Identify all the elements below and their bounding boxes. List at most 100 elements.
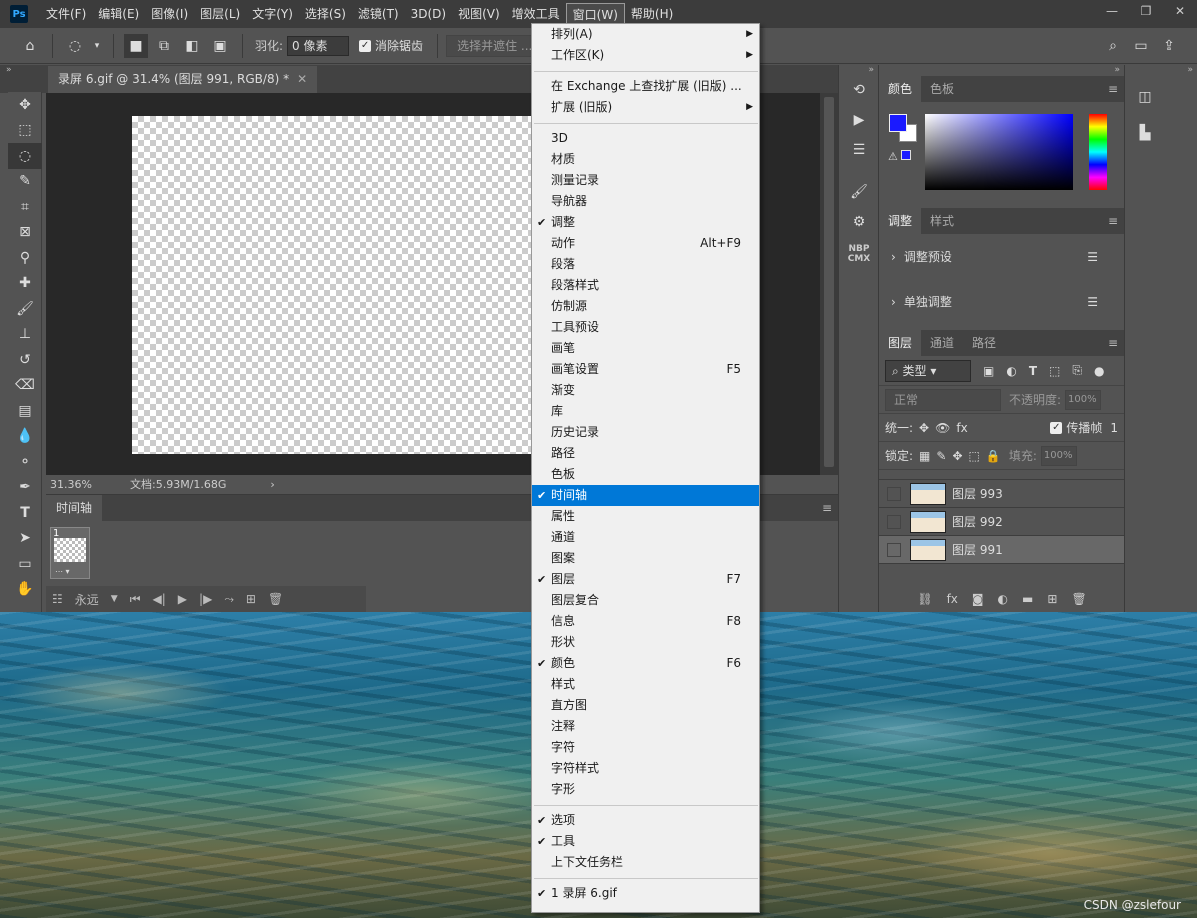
feather-input[interactable]: 0 像素 xyxy=(287,35,350,56)
window-menu-item[interactable]: 仿制源 xyxy=(532,296,759,317)
menu-7[interactable]: 3D(D) xyxy=(405,3,452,25)
rectangle-tool-icon[interactable]: ▭ xyxy=(8,551,42,577)
window-menu-item[interactable]: 直方图 xyxy=(532,695,759,716)
lock-all-icon[interactable]: 🔒 xyxy=(986,449,1001,463)
collapse-icon[interactable]: » xyxy=(1125,65,1197,75)
shape-filter-icon[interactable]: ⬚ xyxy=(1049,364,1060,378)
window-menu-item[interactable]: ✔ 选项 xyxy=(532,810,759,831)
window-menu-item[interactable]: 排列(A) ▶ xyxy=(532,24,759,45)
home-icon[interactable]: ⌂ xyxy=(18,34,42,58)
adjustment-filter-icon[interactable]: ◐ xyxy=(1006,364,1016,378)
gradient-tool-icon[interactable]: ▤ xyxy=(8,398,42,424)
crop-tool-icon[interactable]: ⌗ xyxy=(8,194,42,220)
delete-frame-icon[interactable]: 🗑 xyxy=(268,592,283,606)
zoom-level[interactable]: 31.36% xyxy=(46,478,106,491)
window-menu-item[interactable]: 渐变 xyxy=(532,380,759,401)
workspace-icon[interactable]: ▭ xyxy=(1129,34,1153,58)
vertical-scrollbar[interactable] xyxy=(820,93,838,475)
opacity-input[interactable]: 100% xyxy=(1065,389,1102,410)
panel-menu-icon[interactable]: ≡ xyxy=(1108,82,1118,96)
single-adjustments-row[interactable]: › 单独调整 ☰ xyxy=(879,279,1124,324)
propagate-checkbox[interactable]: ✓ 传播帧 1 xyxy=(1050,419,1118,436)
color-field[interactable] xyxy=(925,114,1073,190)
tab-adjustments[interactable]: 调整 xyxy=(879,208,922,234)
window-menu-item[interactable]: 扩展 (旧版) ▶ xyxy=(532,97,759,118)
prev-frame-icon[interactable]: ◀| xyxy=(153,592,166,606)
nbp-plugin-icon[interactable]: NBP CMX xyxy=(839,237,879,271)
search-icon[interactable]: ⌕ xyxy=(1101,34,1125,58)
visibility-toggle[interactable] xyxy=(887,542,901,557)
window-menu-item[interactable]: 工作区(K) ▶ xyxy=(532,45,759,66)
healing-brush-icon[interactable]: ✚ xyxy=(8,271,42,297)
history-brush-icon[interactable]: ↺ xyxy=(8,347,42,373)
window-menu-item[interactable]: 图案 xyxy=(532,548,759,569)
window-menu-item[interactable]: 注释 xyxy=(532,716,759,737)
smart-object-filter-icon[interactable]: ⎘ xyxy=(1072,363,1082,378)
window-menu-item[interactable]: ✔ 图层 F7 xyxy=(532,569,759,590)
transparent-canvas[interactable] xyxy=(132,116,532,454)
image-filter-icon[interactable]: ▣ xyxy=(983,364,994,378)
window-menu-item[interactable]: 样式 xyxy=(532,674,759,695)
window-menu-item[interactable]: 字符样式 xyxy=(532,758,759,779)
lock-artboard-icon[interactable]: ⬚ xyxy=(969,449,980,463)
window-menu-item[interactable]: 段落样式 xyxy=(532,275,759,296)
window-menu-item[interactable]: 字符 xyxy=(532,737,759,758)
menu-4[interactable]: 文字(Y) xyxy=(246,3,299,25)
lock-position-icon[interactable]: ✥ xyxy=(952,449,962,463)
window-menu-item[interactable]: 字形 xyxy=(532,779,759,800)
window-menu-item[interactable]: 材质 xyxy=(532,149,759,170)
add-selection-icon[interactable]: ⧉ xyxy=(152,34,176,58)
gamut-warning-icon[interactable]: ⚠ xyxy=(888,150,912,163)
restore-button[interactable]: ❐ xyxy=(1129,0,1163,22)
chevron-down-icon[interactable]: ▼ xyxy=(111,594,118,604)
brush-tool-icon[interactable]: 🖌 xyxy=(8,296,42,322)
properties-icon[interactable]: ☰ xyxy=(839,135,879,165)
visibility-toggle[interactable] xyxy=(887,514,901,529)
window-menu-item[interactable]: 历史记录 xyxy=(532,422,759,443)
eraser-icon[interactable]: ⌫ xyxy=(8,373,42,399)
type-tool-icon[interactable]: T xyxy=(8,500,42,526)
hue-slider[interactable] xyxy=(1089,114,1107,190)
convert-timeline-icon[interactable]: ☷ xyxy=(52,592,63,606)
tab-swatches[interactable]: 色板 xyxy=(921,76,963,102)
window-menu-item[interactable]: 库 xyxy=(532,401,759,422)
foreground-swatch[interactable] xyxy=(889,114,907,132)
marquee-tool-icon[interactable]: ⬚ xyxy=(8,118,42,144)
window-menu-item[interactable]: 动作 Alt+F9 xyxy=(532,233,759,254)
new-adjustment-icon[interactable]: ◐ xyxy=(998,592,1008,606)
subtract-selection-icon[interactable]: ◧ xyxy=(180,34,204,58)
minimize-button[interactable]: — xyxy=(1095,0,1129,22)
menu-3[interactable]: 图层(L) xyxy=(194,3,246,25)
intersect-selection-icon[interactable]: ▣ xyxy=(208,34,232,58)
path-select-icon[interactable]: ➤ xyxy=(8,526,42,552)
tab-styles[interactable]: 样式 xyxy=(921,208,963,234)
lasso-tool-icon[interactable]: ◌ xyxy=(63,34,87,58)
window-menu-item[interactable]: 在 Exchange 上查找扩展 (旧版) ... xyxy=(532,76,759,97)
pen-tool-icon[interactable]: ✒ xyxy=(8,475,42,501)
select-and-mask-button[interactable]: 选择并遮住 ... xyxy=(446,34,544,57)
loop-select[interactable]: 永远 xyxy=(75,591,99,608)
menu-8[interactable]: 视图(V) xyxy=(452,3,506,25)
menu-6[interactable]: 滤镜(T) xyxy=(352,3,405,25)
window-menu-item[interactable]: 画笔 xyxy=(532,338,759,359)
lock-pixels-icon[interactable]: ✎ xyxy=(936,449,946,463)
window-menu-item[interactable]: ✔ 工具 xyxy=(532,831,759,852)
window-menu-item[interactable]: 形状 xyxy=(532,632,759,653)
actions-play-icon[interactable]: ▶ xyxy=(839,105,879,135)
collapse-icon[interactable]: » xyxy=(879,65,1124,76)
window-menu-item[interactable]: 信息 F8 xyxy=(532,611,759,632)
brush-settings-icon[interactable]: ⚙ xyxy=(839,207,879,237)
window-menu-item[interactable]: 属性 xyxy=(532,506,759,527)
clone-stamp-icon[interactable]: ⊥ xyxy=(8,322,42,348)
tab-timeline[interactable]: 时间轴 xyxy=(46,495,103,521)
frame-tool-icon[interactable]: ⊠ xyxy=(8,220,42,246)
move-tool-icon[interactable]: ✥ xyxy=(8,92,42,118)
panel-menu-icon[interactable]: ≡ xyxy=(822,501,832,515)
tab-channels[interactable]: 通道 xyxy=(921,330,963,356)
expand-icon[interactable]: » xyxy=(839,65,878,75)
type-filter-icon[interactable]: T xyxy=(1029,364,1037,378)
blur-tool-icon[interactable]: 💧 xyxy=(8,424,42,450)
lock-transparency-icon[interactable]: ▦ xyxy=(919,449,930,463)
frame-delay-icon[interactable]: ⋯ ▾ xyxy=(55,567,70,576)
window-menu-item[interactable]: 3D xyxy=(532,128,759,149)
